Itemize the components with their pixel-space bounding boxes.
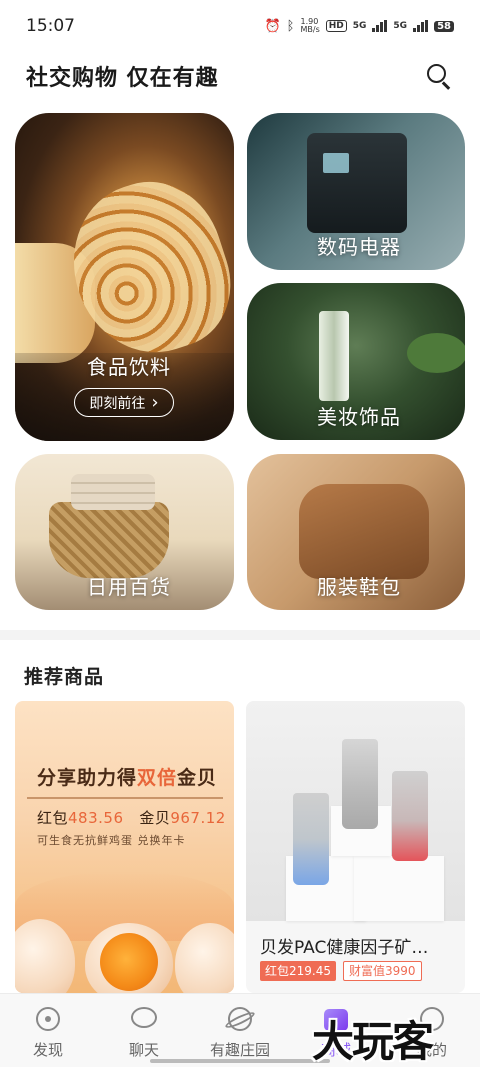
recommended-title: 推荐商品 [24, 666, 105, 688]
coffee-machine-image [307, 133, 407, 233]
net-1-label: 5G [352, 21, 367, 31]
category-label: 日用百货 [87, 575, 171, 599]
watermark: 大玩客 [312, 1017, 434, 1066]
status-icons: ⏰ ᛒ 1.90 MB/s HD 5G 5G 58 [264, 18, 454, 34]
category-label: 食品饮料 [87, 355, 171, 379]
header: 社交购物 仅在有趣 [0, 56, 480, 96]
product-name: 贝发PAC健康因子矿… [260, 938, 429, 958]
cosmetic-bottle-image [319, 311, 349, 401]
signal-icon-2 [413, 20, 429, 32]
status-time: 15:07 [26, 16, 75, 36]
category-label: 服装鞋包 [317, 575, 401, 599]
network-speed: 1.90 MB/s [300, 17, 320, 34]
battery-icon: 58 [434, 20, 454, 32]
category-digital-appliances[interactable]: 数码电器 [247, 113, 465, 270]
nav-fun-manor[interactable]: 有趣庄园 [192, 994, 288, 1067]
search-icon[interactable] [424, 61, 454, 91]
wealth-tag: 财富值3990 [343, 961, 422, 981]
cup-image [392, 771, 428, 861]
net-2-label: 5G [393, 21, 408, 31]
red-packet-tag: 红包219.45 [260, 961, 336, 981]
chat-icon [129, 1004, 159, 1034]
page-title: 社交购物 仅在有趣 [26, 66, 219, 91]
cup-image [342, 739, 378, 829]
hd-badge: HD [325, 20, 347, 32]
promo-headline: 分享助力得双倍金贝 [37, 767, 218, 789]
bluetooth-icon: ᛒ [286, 18, 295, 34]
category-fashion-bags[interactable]: 服装鞋包 [247, 454, 465, 610]
home-indicator [150, 1059, 330, 1063]
towels-image [71, 474, 155, 510]
planet-icon [223, 1004, 257, 1034]
nav-discover[interactable]: 发现 [0, 994, 96, 1067]
egg-yolk-image [100, 933, 158, 991]
alarm-icon: ⏰ [264, 18, 281, 34]
status-bar: 15:07 ⏰ ᛒ 1.90 MB/s HD 5G 5G 58 [0, 0, 480, 52]
promo-subtitle: 可生食无抗鲜鸡蛋 兑换年卡 [37, 834, 186, 847]
go-now-button[interactable]: 即刻前往 › [74, 388, 174, 417]
product-card[interactable]: 贝发PAC健康因子矿… 红包219.45 财富值3990 [246, 701, 465, 993]
cup-image [293, 793, 329, 885]
discover-icon [33, 1004, 63, 1034]
category-label: 美妆饰品 [317, 405, 401, 429]
handbag-image [299, 484, 429, 579]
signal-icon [372, 20, 388, 32]
nav-chat[interactable]: 聊天 [96, 994, 192, 1067]
category-food-drink[interactable]: 食品饮料 即刻前往 › [15, 113, 234, 441]
product-image [246, 701, 465, 921]
category-beauty-accessories[interactable]: 美妆饰品 [247, 283, 465, 440]
category-label: 数码电器 [317, 235, 401, 259]
chevron-right-icon: › [151, 391, 159, 413]
basket-image [49, 502, 169, 578]
promo-card[interactable]: 分享助力得双倍金贝 红包483.56 金贝967.12 可生食无抗鲜鸡蛋 兑换年… [15, 701, 234, 993]
promo-amounts: 红包483.56 金贝967.12 [37, 809, 226, 827]
section-divider [0, 630, 480, 640]
category-daily-goods[interactable]: 日用百货 [15, 454, 234, 610]
